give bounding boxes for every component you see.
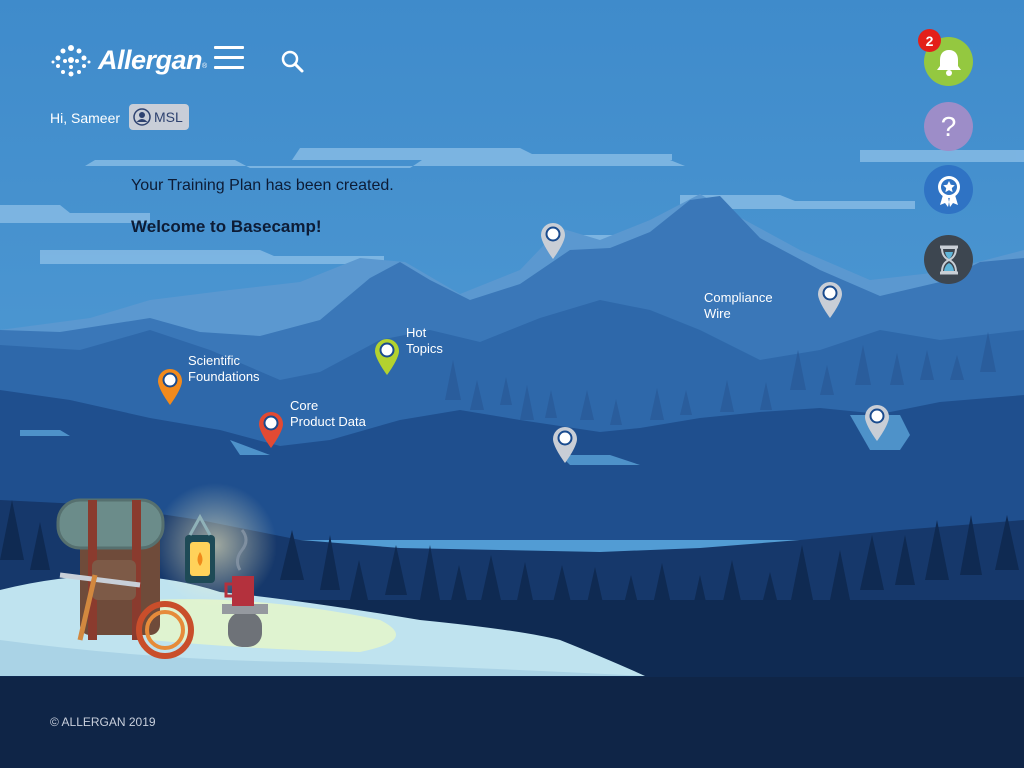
- scientific-foundations-label[interactable]: Scientific Foundations: [188, 353, 260, 385]
- user-role-badge[interactable]: MSL: [129, 104, 189, 130]
- training-plan-message: Your Training Plan has been created.: [131, 177, 394, 194]
- question-icon: ?: [940, 110, 957, 142]
- award-badge-icon: [937, 175, 960, 207]
- achievements-button[interactable]: [924, 165, 973, 214]
- user-greeting: Hi, Sameer: [50, 110, 121, 126]
- welcome-message: Welcome to Basecamp!: [131, 217, 322, 236]
- map-pin-locked[interactable]: [817, 281, 843, 319]
- map-pin-scientific-foundations[interactable]: [157, 368, 183, 406]
- bell-icon: [936, 49, 961, 76]
- map-pin-core-product-data[interactable]: [258, 411, 284, 449]
- timer-button[interactable]: [924, 235, 973, 284]
- map-pin-hot-topics[interactable]: [374, 338, 400, 376]
- brand-name: Allergan: [98, 44, 203, 75]
- map-pin-locked[interactable]: [540, 222, 566, 260]
- core-product-data-label[interactable]: Core Product Data: [290, 398, 366, 430]
- copyright-text: © ALLERGAN 2019: [50, 715, 156, 729]
- map-pin-locked[interactable]: [864, 404, 890, 442]
- help-button[interactable]: ?: [924, 102, 973, 151]
- notification-count-badge: 2: [918, 29, 941, 52]
- allergan-logo[interactable]: Allergan ®: [50, 42, 207, 78]
- user-avatar-icon: [133, 108, 151, 126]
- logo-dots-icon: [51, 45, 91, 77]
- search-icon[interactable]: [280, 49, 306, 75]
- compliance-wire-label[interactable]: Compliance Wire: [704, 290, 773, 322]
- trademark-symbol: ®: [202, 63, 208, 70]
- hot-topics-label[interactable]: Hot Topics: [406, 325, 443, 357]
- hourglass-icon: [939, 245, 958, 274]
- hamburger-menu-icon[interactable]: [214, 46, 244, 72]
- map-pin-locked[interactable]: [552, 426, 578, 464]
- user-role-label: MSL: [154, 109, 183, 125]
